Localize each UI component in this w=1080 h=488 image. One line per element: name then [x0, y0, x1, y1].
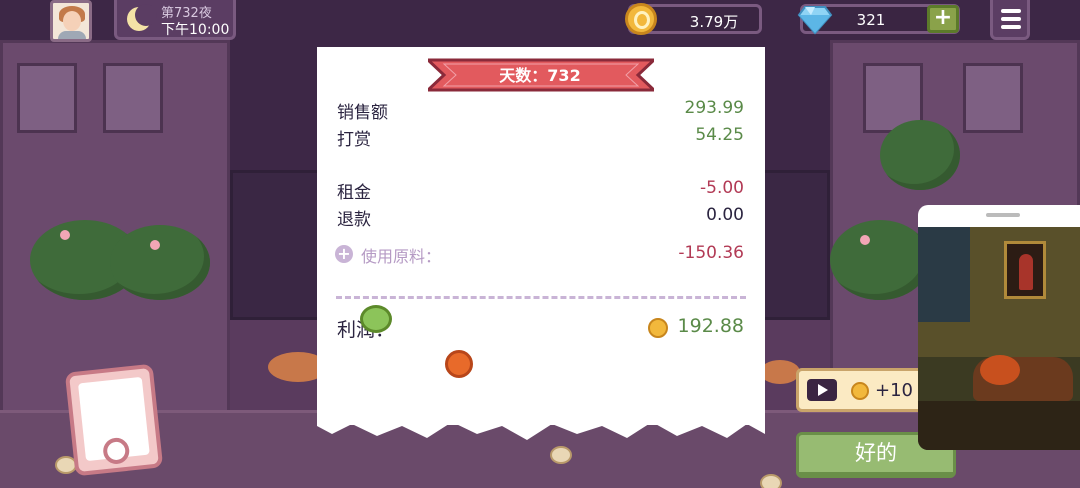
profit-value: 192.88 [677, 315, 744, 337]
flower [60, 230, 70, 240]
coin-icon [648, 318, 668, 338]
day-count: 天数：732 [499, 66, 581, 85]
ad-video[interactable] [918, 227, 1080, 450]
sales-value: 293.99 [684, 98, 744, 118]
tree-foliage [830, 220, 930, 300]
coin-balance[interactable]: 3.79万 [625, 3, 762, 35]
player-avatar[interactable] [50, 0, 92, 42]
drag-handle[interactable] [986, 213, 1020, 217]
coin-icon [851, 382, 869, 400]
ad-portrait-frame [1004, 241, 1046, 299]
ad-floor [918, 401, 1080, 450]
receipt-torn-edge [317, 420, 765, 440]
flower [860, 235, 870, 245]
night-time-panel: 第732夜 下午10:00 [114, 0, 236, 40]
dropped-coin [550, 446, 572, 464]
clock-time: 下午10:00 [161, 22, 230, 38]
ad-creature [980, 355, 1020, 385]
tree-foliage [880, 120, 960, 190]
ingredients-label: 使用原料： [361, 247, 442, 266]
building-window [17, 63, 77, 133]
ingredients-value: -150.36 [678, 243, 744, 263]
ad-reward-amount: +10 [875, 380, 913, 401]
tree-foliage [110, 225, 210, 300]
avatar-body [58, 31, 86, 39]
rent-value: -5.00 [700, 178, 744, 198]
diamond-icon [797, 6, 833, 35]
tips-value: 54.25 [695, 125, 744, 145]
refund-label: 退款 [337, 210, 371, 230]
floating-tip-icon[interactable] [360, 305, 392, 333]
play-video-icon [807, 379, 837, 401]
rent-label: 租金 [337, 183, 371, 203]
avatar-face [63, 11, 81, 31]
sales-label: 销售额 [337, 103, 388, 123]
ad-portrait-figure [1019, 254, 1033, 290]
moon-icon [127, 4, 157, 31]
floating-tip-icon[interactable] [445, 350, 473, 378]
menu-button[interactable] [990, 0, 1030, 40]
gem-amount: 321 [856, 11, 886, 29]
dropped-coin [760, 474, 782, 488]
add-gems-button[interactable]: + [927, 5, 959, 33]
watch-ad-reward-button[interactable]: +10 [796, 368, 926, 412]
building-window [103, 63, 163, 133]
expand-ingredients-button[interactable]: + [335, 245, 353, 263]
building-window [963, 63, 1023, 133]
phone-button[interactable] [64, 363, 164, 477]
receipt-divider [336, 296, 746, 299]
tips-label: 打赏 [337, 130, 371, 150]
coin-amount: 3.79万 [689, 13, 739, 31]
ad-side-image [918, 227, 970, 322]
coin-icon [625, 3, 657, 35]
flower [150, 240, 160, 250]
refund-value: 0.00 [706, 205, 744, 225]
floating-ad-window[interactable] [918, 205, 1080, 450]
gem-balance: 321 + [797, 4, 960, 35]
cafe-table [760, 360, 800, 384]
